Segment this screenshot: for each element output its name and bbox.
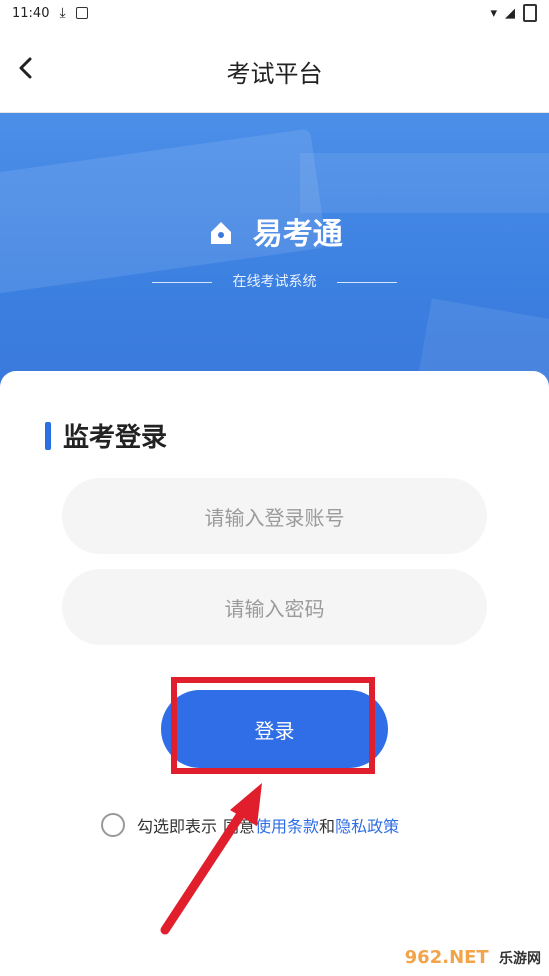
hero-decoration — [300, 153, 549, 213]
subtitle-text: 在线考试系统 — [232, 274, 317, 290]
section-title: 监考登录 — [45, 417, 167, 454]
account-input[interactable]: 请输入登录账号 — [62, 478, 487, 554]
status-time: 11:40 — [12, 5, 50, 21]
section-accent-bar — [45, 421, 51, 450]
agreement-and: 和 — [319, 817, 336, 836]
brand-name: 易考通 — [252, 217, 343, 252]
page-title: 考试平台 — [226, 60, 323, 88]
wifi-icon: ▾ — [490, 5, 497, 21]
download-icon: ⤓ — [59, 5, 66, 21]
highlight-box — [171, 677, 375, 774]
battery-icon — [523, 4, 537, 22]
login-card — [0, 371, 549, 976]
password-input[interactable]: 请输入密码 — [62, 569, 487, 645]
password-placeholder: 请输入密码 — [224, 596, 325, 621]
agreement-row: 勾选即表示 同意 使用条款 和 隐私政策 — [101, 813, 399, 837]
account-placeholder: 请输入登录账号 — [204, 505, 345, 530]
agreement-checkbox[interactable] — [101, 813, 125, 837]
pen-logo-icon — [206, 218, 236, 248]
brand-subtitle: 在线考试系统 — [0, 271, 549, 291]
agreement-middle: 同意 — [223, 817, 256, 836]
watermark-brand: 962.NET — [404, 947, 489, 968]
watermark: 962.NET 乐游网 — [405, 947, 541, 968]
terms-link[interactable]: 使用条款 — [255, 813, 319, 837]
brand-title: 易考通 — [0, 209, 549, 253]
app-header: 考试平台 — [0, 26, 549, 113]
watermark-small: 乐游网 — [499, 951, 541, 967]
divider — [152, 281, 213, 283]
agreement-prefix: 勾选即表示 — [137, 817, 218, 836]
privacy-link[interactable]: 隐私政策 — [335, 813, 399, 837]
hero-banner: 易考通 在线考试系统 — [0, 113, 549, 413]
signal-icon: ◢ — [505, 5, 515, 21]
status-bar: 11:40 ⤓ ▾ ◢ — [0, 0, 549, 26]
section-title-text: 监考登录 — [63, 423, 168, 453]
app-notification-icon — [75, 7, 88, 19]
divider — [336, 281, 397, 283]
